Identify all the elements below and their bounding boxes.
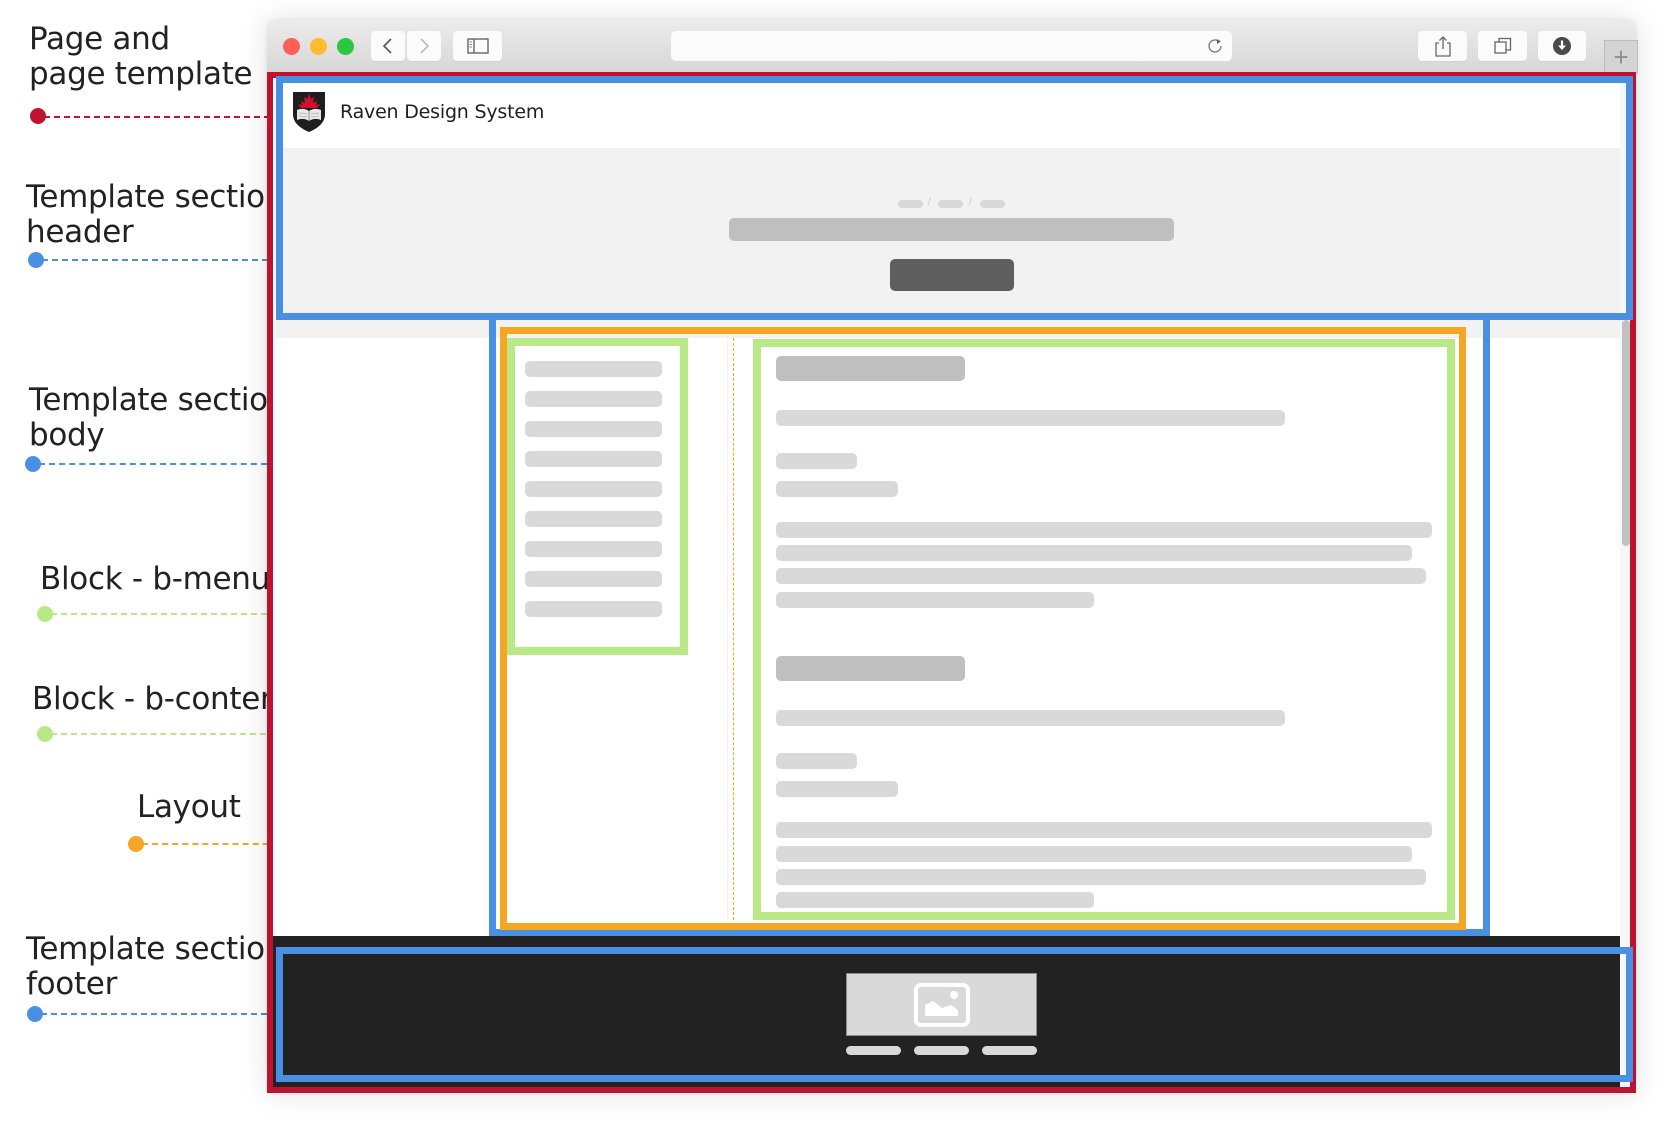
footer-link[interactable] bbox=[846, 1046, 901, 1055]
annotation-leader bbox=[44, 116, 270, 118]
annotation-label: Template section body bbox=[29, 383, 287, 453]
label-line: footer bbox=[26, 966, 118, 1002]
hero-section bbox=[276, 148, 1623, 338]
breadcrumb-item[interactable] bbox=[980, 200, 1005, 208]
label-line: body bbox=[29, 417, 105, 453]
content-lead-placeholder bbox=[776, 410, 1285, 426]
footer-link[interactable] bbox=[914, 1046, 969, 1055]
label-line: header bbox=[26, 214, 134, 250]
scrollbar-track[interactable] bbox=[1620, 78, 1631, 1087]
menu-item[interactable] bbox=[525, 451, 662, 467]
breadcrumb-item[interactable] bbox=[898, 200, 923, 208]
breadcrumb-separator: / bbox=[928, 197, 931, 208]
annotation-label: Layout bbox=[137, 790, 241, 825]
menu-item[interactable] bbox=[525, 601, 662, 617]
content-meta-placeholder bbox=[776, 753, 857, 769]
layout-column-edge bbox=[727, 338, 728, 920]
site-name[interactable]: Raven Design System bbox=[340, 100, 544, 124]
label-line: Template section bbox=[26, 931, 285, 967]
content-paragraph-line bbox=[776, 568, 1426, 584]
menu-item[interactable] bbox=[525, 511, 662, 527]
tabs-overview-button[interactable] bbox=[1478, 31, 1527, 61]
back-button[interactable] bbox=[371, 31, 405, 61]
annotation-label: Block - b-content bbox=[32, 682, 291, 717]
label-line: Block - b-content bbox=[32, 681, 292, 717]
menu-item[interactable] bbox=[525, 421, 662, 437]
chevron-right-icon bbox=[420, 38, 430, 54]
label-line: Template section bbox=[29, 382, 288, 418]
menu-item[interactable] bbox=[525, 541, 662, 557]
content-heading-placeholder bbox=[776, 356, 965, 381]
menu-item[interactable] bbox=[525, 391, 662, 407]
breadcrumb-separator: / bbox=[969, 197, 972, 208]
address-bar[interactable] bbox=[671, 31, 1232, 61]
content-paragraph-line bbox=[776, 522, 1432, 538]
annotation-label: Block - b-menu bbox=[40, 562, 270, 597]
annotation-label: Template section footer bbox=[26, 932, 284, 1002]
zoom-window-button[interactable] bbox=[337, 38, 354, 55]
sidebar-toggle-button[interactable] bbox=[453, 31, 502, 61]
menu-item[interactable] bbox=[525, 361, 662, 377]
content-paragraph-line bbox=[776, 892, 1094, 908]
content-paragraph-line bbox=[776, 822, 1432, 838]
chevron-left-icon bbox=[382, 38, 392, 54]
content-meta-placeholder bbox=[776, 481, 898, 497]
content-paragraph-line bbox=[776, 545, 1412, 561]
label-line: page template bbox=[29, 56, 253, 92]
annotation-leader bbox=[41, 1013, 277, 1015]
menu-item[interactable] bbox=[525, 481, 662, 497]
share-icon bbox=[1434, 36, 1451, 57]
content-lead-placeholder bbox=[776, 710, 1285, 726]
content-meta-placeholder bbox=[776, 453, 857, 469]
content-paragraph-line bbox=[776, 846, 1412, 862]
downloads-button[interactable] bbox=[1538, 31, 1586, 61]
download-icon bbox=[1553, 37, 1571, 55]
hero-title-placeholder bbox=[729, 218, 1174, 241]
label-line: Block - b-menu bbox=[40, 561, 270, 597]
sidebar-icon bbox=[466, 38, 489, 54]
content-paragraph-line bbox=[776, 869, 1426, 885]
image-icon bbox=[913, 982, 970, 1027]
content-paragraph-line bbox=[776, 592, 1094, 608]
menu-item[interactable] bbox=[525, 571, 662, 587]
content-meta-placeholder bbox=[776, 781, 898, 797]
footer-link[interactable] bbox=[982, 1046, 1037, 1055]
annotation-leader bbox=[42, 259, 278, 261]
maple-leaf-shield-icon[interactable] bbox=[292, 90, 326, 132]
tabs-overview-icon bbox=[1493, 37, 1511, 54]
plus-icon: + bbox=[1613, 42, 1629, 72]
forward-button[interactable] bbox=[407, 31, 441, 61]
label-line: Page and bbox=[29, 21, 170, 57]
close-window-button[interactable] bbox=[283, 38, 300, 55]
share-button[interactable] bbox=[1418, 31, 1467, 61]
content-heading-placeholder bbox=[776, 656, 965, 681]
reload-icon[interactable] bbox=[1206, 37, 1224, 55]
label-line: Layout bbox=[137, 789, 241, 825]
breadcrumb-item[interactable] bbox=[938, 200, 963, 208]
layout-column-divider bbox=[733, 338, 734, 920]
scrollbar-thumb[interactable] bbox=[1622, 320, 1630, 546]
label-line: Template section bbox=[26, 179, 285, 215]
footer-image-placeholder bbox=[846, 973, 1037, 1036]
new-tab-button[interactable]: + bbox=[1604, 40, 1638, 74]
hero-cta-button[interactable] bbox=[890, 259, 1014, 291]
annotation-label: Page and page template bbox=[29, 21, 253, 92]
annotation-label: Template section header bbox=[26, 180, 284, 250]
minimize-window-button[interactable] bbox=[310, 38, 327, 55]
